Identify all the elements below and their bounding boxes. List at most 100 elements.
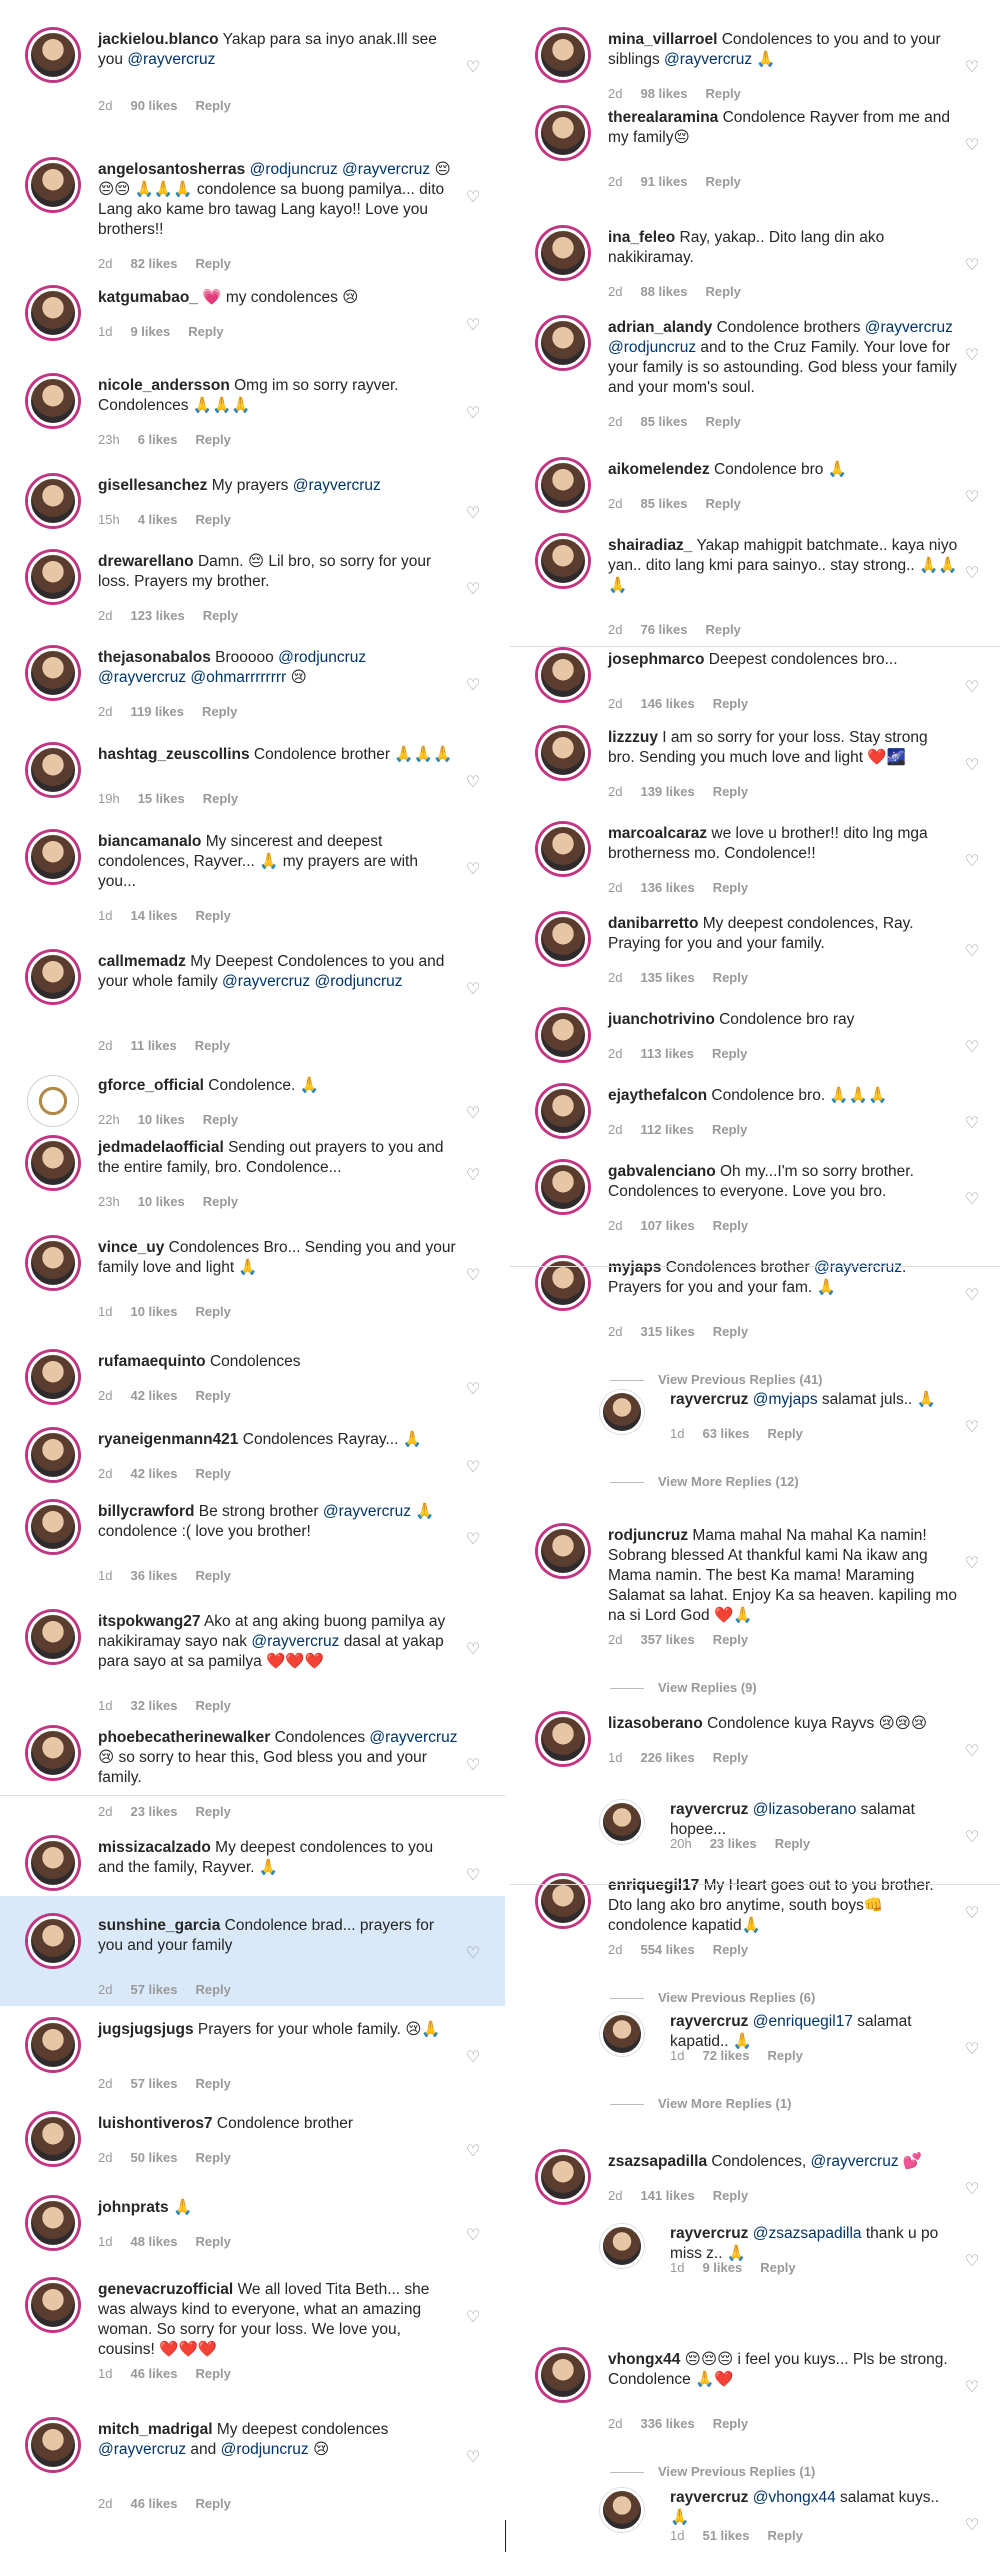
reply-button[interactable]: Reply — [713, 1324, 748, 1339]
username-link[interactable]: gabvalenciano — [608, 1163, 716, 1180]
likes-count[interactable]: 9 likes — [130, 324, 170, 339]
avatar[interactable] — [28, 745, 78, 795]
heart-outline-icon[interactable]: ♡ — [465, 406, 481, 422]
avatar[interactable] — [538, 1526, 588, 1576]
heart-outline-icon[interactable]: ♡ — [465, 60, 481, 76]
reply-button[interactable]: Reply — [767, 2528, 802, 2543]
reply-button[interactable]: Reply — [203, 608, 238, 623]
likes-count[interactable]: 226 likes — [640, 1750, 694, 1765]
heart-outline-icon[interactable]: ♡ — [465, 190, 481, 206]
reply-button[interactable]: Reply — [705, 414, 740, 429]
heart-outline-icon[interactable]: ♡ — [964, 1744, 980, 1760]
heart-outline-icon[interactable]: ♡ — [964, 566, 980, 582]
username-link[interactable]: myjaps — [608, 1259, 661, 1276]
reply-button[interactable]: Reply — [705, 284, 740, 299]
username-link[interactable]: sunshine_garcia — [98, 1917, 220, 1934]
reply-button[interactable]: Reply — [195, 1038, 230, 1053]
username-link[interactable]: hashtag_zeuscollins — [98, 746, 250, 763]
likes-count[interactable]: 119 likes — [130, 704, 184, 719]
reply-button[interactable]: Reply — [712, 1046, 747, 1061]
heart-outline-icon[interactable]: ♡ — [964, 1420, 980, 1436]
reply-button[interactable]: Reply — [195, 1568, 230, 1583]
likes-count[interactable]: 107 likes — [640, 1218, 694, 1233]
mention-link[interactable]: @rayvercruz — [251, 1633, 339, 1650]
reply-button[interactable]: Reply — [760, 2260, 795, 2275]
avatar[interactable] — [28, 1916, 78, 1966]
avatar[interactable] — [28, 30, 78, 80]
avatar[interactable] — [28, 1352, 78, 1402]
avatar[interactable] — [28, 160, 78, 210]
avatar[interactable] — [538, 914, 588, 964]
heart-outline-icon[interactable]: ♡ — [465, 1532, 481, 1548]
likes-count[interactable]: 9 likes — [702, 2260, 742, 2275]
heart-outline-icon[interactable]: ♡ — [465, 862, 481, 878]
heart-outline-icon[interactable]: ♡ — [465, 318, 481, 334]
username-link[interactable]: vince_uy — [98, 1239, 164, 1256]
username-link[interactable]: jedmadelaofficial — [98, 1139, 224, 1156]
likes-count[interactable]: 57 likes — [130, 1982, 177, 1997]
heart-outline-icon[interactable]: ♡ — [465, 2050, 481, 2066]
reply-button[interactable]: Reply — [203, 1194, 238, 1209]
reply-button[interactable]: Reply — [713, 970, 748, 985]
username-link[interactable]: rayvercruz — [670, 1801, 748, 1818]
reply-button[interactable]: Reply — [713, 1218, 748, 1233]
username-link[interactable]: marcoalcaraz — [608, 825, 707, 842]
username-link[interactable]: zsazsapadilla — [608, 2153, 707, 2170]
avatar[interactable] — [28, 832, 78, 882]
likes-count[interactable]: 15 likes — [138, 791, 185, 806]
mention-link[interactable]: @rayvercruz — [369, 1729, 457, 1746]
reply-button[interactable]: Reply — [195, 2234, 230, 2249]
heart-outline-icon[interactable]: ♡ — [465, 2228, 481, 2244]
avatar[interactable] — [28, 1728, 78, 1778]
avatar[interactable] — [28, 2420, 78, 2470]
heart-outline-icon[interactable]: ♡ — [964, 2182, 980, 2198]
likes-count[interactable]: 46 likes — [130, 2496, 177, 2511]
avatar[interactable] — [538, 2350, 588, 2400]
username-link[interactable]: jugsjugsjugs — [98, 2021, 194, 2038]
likes-count[interactable]: 72 likes — [702, 2048, 749, 2063]
heart-outline-icon[interactable]: ♡ — [964, 60, 980, 76]
avatar[interactable] — [28, 648, 78, 698]
mention-link[interactable]: @rayvercruz — [127, 51, 215, 68]
heart-outline-icon[interactable]: ♡ — [964, 854, 980, 870]
heart-outline-icon[interactable]: ♡ — [465, 506, 481, 522]
mention-link[interactable]: @rayvercruz — [865, 319, 953, 336]
heart-outline-icon[interactable]: ♡ — [465, 1758, 481, 1774]
heart-outline-icon[interactable]: ♡ — [964, 2254, 980, 2270]
username-link[interactable]: rufamaequinto — [98, 1353, 206, 1370]
likes-count[interactable]: 11 likes — [130, 1038, 176, 1053]
username-link[interactable]: billycrawford — [98, 1503, 194, 1520]
username-link[interactable]: gforce_official — [98, 1077, 204, 1094]
username-link[interactable]: johnprats — [98, 2199, 169, 2216]
heart-outline-icon[interactable]: ♡ — [964, 758, 980, 774]
mention-link[interactable]: @ohmarrrrrrrr — [190, 669, 286, 686]
likes-count[interactable]: 139 likes — [640, 784, 694, 799]
likes-count[interactable]: 48 likes — [130, 2234, 177, 2249]
heart-outline-icon[interactable]: ♡ — [964, 2042, 980, 2058]
heart-outline-icon[interactable]: ♡ — [964, 680, 980, 696]
likes-count[interactable]: 50 likes — [130, 2150, 177, 2165]
heart-outline-icon[interactable]: ♡ — [964, 348, 980, 364]
avatar[interactable] — [600, 1800, 644, 1844]
username-link[interactable]: luishontiveros7 — [98, 2115, 213, 2132]
avatar[interactable] — [538, 2152, 588, 2202]
username-link[interactable]: drewarellano — [98, 553, 194, 570]
reply-button[interactable]: Reply — [775, 1836, 810, 1851]
likes-count[interactable]: 36 likes — [130, 1568, 177, 1583]
reply-button[interactable]: Reply — [195, 2150, 230, 2165]
mention-link[interactable]: @rayvercruz — [323, 1503, 411, 1520]
username-link[interactable]: rayvercruz — [670, 2489, 748, 2506]
username-link[interactable]: lizzzuy — [608, 729, 658, 746]
likes-count[interactable]: 10 likes — [138, 1194, 185, 1209]
likes-count[interactable]: 14 likes — [130, 908, 177, 923]
heart-outline-icon[interactable]: ♡ — [964, 490, 980, 506]
heart-outline-icon[interactable]: ♡ — [465, 982, 481, 998]
heart-outline-icon[interactable]: ♡ — [964, 1116, 980, 1132]
username-link[interactable]: juanchotrivino — [608, 1011, 715, 1028]
username-link[interactable]: aikomelendez — [608, 461, 710, 478]
reply-button[interactable]: Reply — [195, 1804, 230, 1819]
username-link[interactable]: josephmarco — [608, 651, 704, 668]
username-link[interactable]: rodjuncruz — [608, 1527, 688, 1544]
username-link[interactable]: ina_feleo — [608, 229, 675, 246]
likes-count[interactable]: 357 likes — [640, 1632, 694, 1647]
